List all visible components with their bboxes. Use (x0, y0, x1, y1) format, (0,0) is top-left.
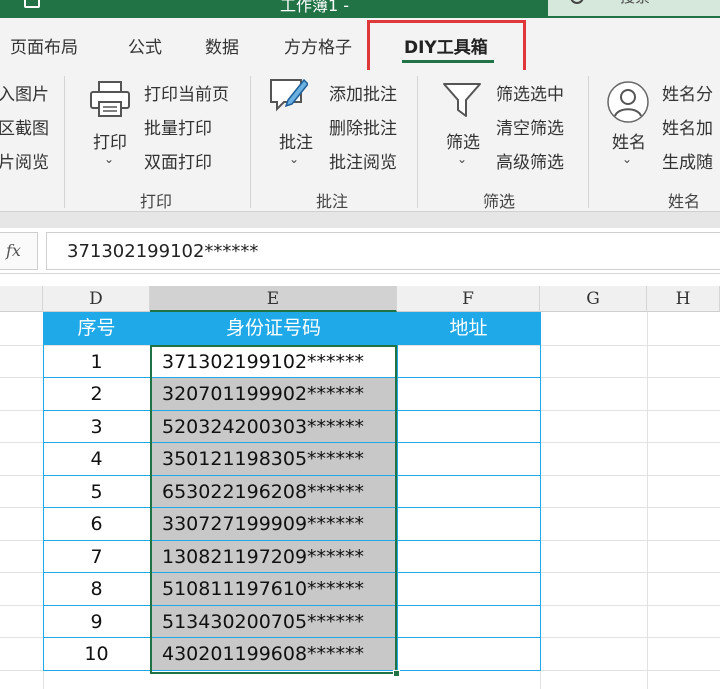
search-placeholder: 搜索 (620, 0, 650, 7)
tab-data[interactable]: 数据 (205, 33, 239, 58)
chevron-down-icon[interactable]: ⌄ (289, 152, 299, 166)
batch-print-button[interactable]: 批量打印 (144, 114, 212, 139)
cell-no[interactable]: 1 (43, 346, 150, 378)
comment-button[interactable]: 批注 (279, 128, 313, 153)
clear-filter-button[interactable]: 清空筛选 (496, 114, 564, 139)
ribbon-panel: 入图片 区截图 片阅览 打印 ⌄ 打印当前页 批量打印 双面打印 打印 批注 ⌄… (0, 70, 720, 212)
print-button[interactable]: 打印 (93, 128, 127, 153)
picture-preview-button[interactable]: 片阅览 (0, 148, 49, 173)
generate-random-name-button[interactable]: 生成随 (662, 148, 713, 173)
cell-no[interactable]: 8 (43, 573, 150, 605)
column-header-d[interactable]: D (43, 286, 150, 312)
column-header-h[interactable]: H (647, 286, 720, 312)
cell-no[interactable]: 6 (43, 508, 150, 540)
cell-address[interactable] (397, 378, 540, 410)
print-current-page-button[interactable]: 打印当前页 (144, 80, 229, 105)
printer-icon (90, 81, 130, 117)
cell-no[interactable]: 3 (43, 411, 150, 443)
group-divider (588, 76, 589, 208)
cell-address[interactable] (397, 573, 540, 605)
formula-bar: fx 371302199102****** (0, 228, 720, 274)
formula-value: 371302199102****** (67, 241, 259, 262)
cell-no[interactable]: 10 (43, 638, 150, 670)
search-icon (570, 0, 584, 4)
fx-icon: fx (6, 241, 21, 260)
cell-no[interactable]: 2 (43, 378, 150, 410)
selection-range (150, 345, 397, 674)
workbook-title: 工作簿1 - (280, 0, 350, 15)
view-comments-button[interactable]: 批注阅览 (329, 148, 397, 173)
ribbon-gap (0, 212, 720, 228)
table-border (540, 312, 541, 671)
chevron-down-icon[interactable]: ⌄ (457, 152, 467, 166)
group-divider (64, 76, 65, 208)
chevron-down-icon[interactable]: ⌄ (622, 152, 632, 166)
cell-address[interactable] (397, 541, 540, 573)
group-divider (417, 76, 418, 208)
advanced-filter-button[interactable]: 高级筛选 (496, 148, 564, 173)
spreadsheet-grid[interactable]: D E F G H 序号 身份证号码 地址 1 371302199102****… (0, 274, 720, 689)
name-add-button[interactable]: 姓名加 (662, 114, 713, 139)
duplex-print-button[interactable]: 双面打印 (144, 148, 212, 173)
header-cell-address[interactable]: 地址 (397, 312, 540, 345)
column-header-c[interactable] (0, 286, 43, 312)
add-comment-button[interactable]: 添加批注 (329, 80, 397, 105)
save-icon[interactable] (24, 0, 40, 8)
header-cell-no[interactable]: 序号 (43, 312, 150, 345)
name-button[interactable]: 姓名 (612, 128, 646, 153)
cell-no[interactable]: 7 (43, 541, 150, 573)
insert-picture-button[interactable]: 入图片 (0, 80, 49, 105)
cell-address[interactable] (397, 606, 540, 638)
filter-button[interactable]: 筛选 (446, 128, 480, 153)
cell-address[interactable] (397, 346, 540, 378)
table-border (43, 312, 44, 671)
funnel-icon (443, 83, 481, 117)
column-header-e[interactable]: E (150, 286, 397, 312)
group-divider (250, 76, 251, 208)
cell-address[interactable] (397, 508, 540, 540)
cell-no[interactable]: 9 (43, 606, 150, 638)
insert-function-button[interactable]: fx (0, 232, 38, 270)
column-header-f[interactable]: F (397, 286, 540, 312)
search-box[interactable]: 搜索 (548, 0, 720, 16)
cell-no[interactable]: 4 (43, 443, 150, 475)
chevron-down-icon[interactable]: ⌄ (104, 152, 114, 166)
delete-comment-button[interactable]: 删除批注 (329, 114, 397, 139)
pencil-note-icon (270, 78, 308, 112)
name-group-label: 姓名 (668, 192, 701, 211)
region-screenshot-button[interactable]: 区截图 (0, 114, 49, 139)
print-group-label: 打印 (140, 192, 173, 211)
tab-page-layout[interactable]: 页面布局 (10, 33, 78, 58)
gridline (647, 312, 648, 689)
cell-address[interactable] (397, 638, 540, 670)
fill-handle[interactable] (393, 670, 400, 677)
formula-input[interactable]: 371302199102****** (46, 232, 720, 270)
comment-group-label: 批注 (316, 192, 349, 211)
filter-group-label: 筛选 (483, 192, 516, 211)
cell-address[interactable] (397, 476, 540, 508)
person-icon (607, 81, 649, 123)
filter-selected-button[interactable]: 筛选选中 (496, 80, 564, 105)
cell-address[interactable] (397, 443, 540, 475)
title-bar: 工作簿1 - 搜索 (0, 0, 720, 18)
tab-fangfang[interactable]: 方方格子 (284, 33, 352, 58)
ribbon-tabs: 页面布局 公式 数据 方方格子 DIY工具箱 (0, 18, 720, 70)
header-cell-id[interactable]: 身份证号码 (150, 312, 397, 345)
cell-address[interactable] (397, 411, 540, 443)
cell-no[interactable]: 5 (43, 476, 150, 508)
name-split-button[interactable]: 姓名分 (662, 80, 713, 105)
column-header-g[interactable]: G (540, 286, 647, 312)
table-border (397, 312, 398, 671)
tab-formulas[interactable]: 公式 (128, 33, 162, 58)
